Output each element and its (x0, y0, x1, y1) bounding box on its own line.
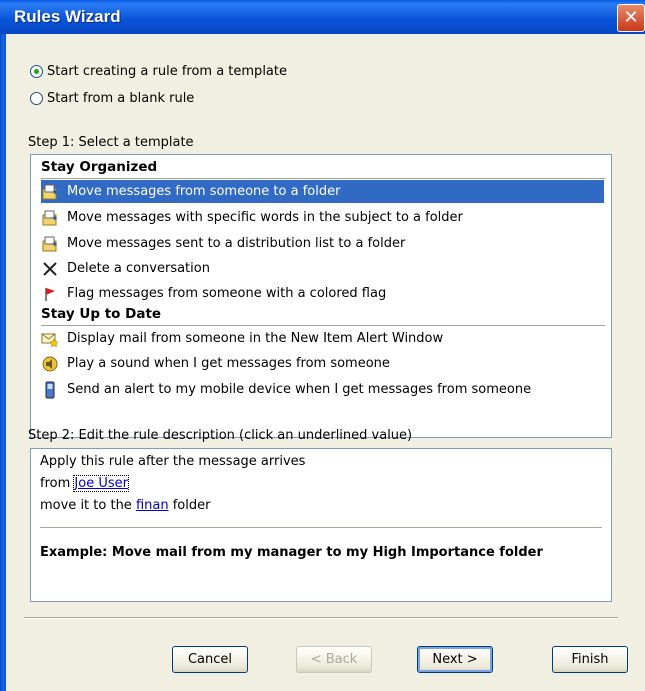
template-list[interactable]: Stay Organized Move messages from someon… (30, 154, 612, 438)
blank-rule-radio[interactable] (30, 92, 43, 105)
button-separator (24, 617, 618, 619)
cancel-button[interactable]: Cancel (172, 646, 248, 673)
template-item-label: Move messages with specific words in the… (67, 210, 463, 225)
template-item-label: Play a sound when I get messages from so… (67, 356, 390, 371)
template-item-label: Delete a conversation (67, 261, 210, 276)
template-item-play-sound[interactable]: Play a sound when I get messages from so… (41, 352, 604, 375)
blank-rule-option[interactable]: Start from a blank rule (30, 91, 194, 106)
title-bar[interactable]: Rules Wizard ✕ (0, 0, 645, 34)
template-item-move-specific-words[interactable]: Move messages with specific words in the… (41, 206, 604, 229)
template-option[interactable]: Start creating a rule from a template (30, 64, 287, 79)
template-item-label: Send an alert to my mobile device when I… (67, 382, 532, 397)
rule-action-line: move it to the finan folder (40, 498, 210, 513)
rule-description-line: Apply this rule after the message arrive… (40, 454, 306, 469)
rule-action-prefix: move it to the (40, 498, 132, 513)
template-item-label: Flag messages from someone with a colore… (67, 286, 387, 301)
folder-link[interactable]: finan (136, 498, 169, 513)
finish-button[interactable]: Finish (552, 646, 628, 673)
mobile-device-icon (41, 381, 59, 399)
next-button[interactable]: Next > (417, 646, 493, 673)
rule-condition-line: from Joe User (40, 475, 129, 492)
close-button[interactable]: ✕ (617, 4, 645, 32)
step2-label: Step 2: Edit the rule description (click… (28, 428, 413, 443)
dialog-body: Start creating a rule from a template St… (6, 34, 645, 691)
blank-rule-option-label: Start from a blank rule (47, 91, 195, 106)
move-folder-icon (41, 209, 59, 227)
envelope-star-icon (41, 330, 59, 348)
template-item-label: Move messages sent to a distribution lis… (67, 236, 406, 251)
section-header-stay-organized: Stay Organized (41, 158, 605, 179)
rule-condition-prefix: from (40, 476, 71, 491)
delete-x-icon (41, 260, 59, 278)
back-button[interactable]: < Back (296, 646, 372, 673)
move-folder-icon (41, 235, 59, 253)
rule-action-suffix: folder (172, 498, 211, 513)
description-divider (40, 527, 602, 528)
step1-label: Step 1: Select a template (28, 135, 194, 150)
template-item-move-from-someone[interactable]: Move messages from someone to a folder (41, 180, 604, 203)
template-item-new-item-alert[interactable]: Display mail from someone in the New Ite… (41, 327, 604, 350)
close-icon: ✕ (623, 7, 639, 28)
template-radio[interactable] (30, 65, 43, 78)
section-header-stay-up-to-date: Stay Up to Date (41, 305, 605, 326)
template-item-move-distribution-list[interactable]: Move messages sent to a distribution lis… (41, 232, 604, 255)
example-text: Example: Move mail from my manager to my… (40, 545, 543, 560)
window-title: Rules Wizard (14, 7, 121, 26)
rule-description-box: Apply this rule after the message arrive… (30, 448, 612, 602)
template-item-label: Move messages from someone to a folder (67, 184, 341, 199)
speaker-icon (41, 355, 59, 373)
template-item-delete-conversation[interactable]: Delete a conversation (41, 257, 604, 280)
template-item-flag-messages[interactable]: Flag messages from someone with a colore… (41, 282, 604, 305)
template-option-label: Start creating a rule from a template (47, 64, 287, 79)
template-item-mobile-alert[interactable]: Send an alert to my mobile device when I… (41, 378, 604, 401)
move-folder-icon (41, 183, 59, 201)
red-flag-icon (41, 285, 59, 303)
sender-link[interactable]: Joe User (73, 475, 129, 492)
template-item-label: Display mail from someone in the New Ite… (67, 331, 444, 346)
